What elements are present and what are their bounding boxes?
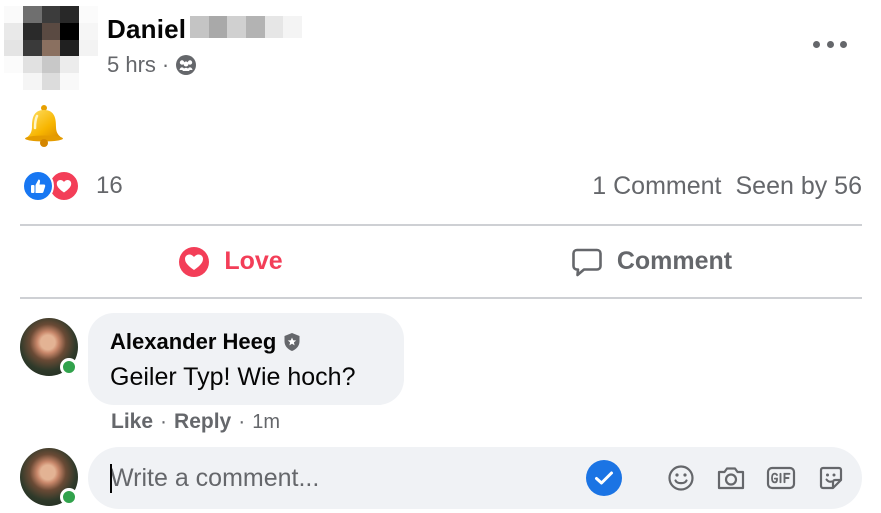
love-button-label: Love (224, 247, 283, 275)
emoji-icon[interactable] (666, 463, 696, 493)
commenter-name[interactable]: Alexander Heeg (110, 329, 276, 355)
meta-separator: · (161, 52, 170, 77)
comment-action-separator: · (160, 410, 168, 433)
dot-icon (813, 40, 820, 48)
like-reaction-icon (22, 170, 54, 202)
text-cursor (110, 464, 112, 493)
comment-composer (88, 447, 862, 509)
post-author-name[interactable]: Daniel (107, 14, 186, 45)
post-author-avatar[interactable] (4, 6, 98, 90)
comment-text: Geiler Typ! Wie hoch? (110, 363, 356, 391)
reaction-count[interactable]: 16 (96, 172, 123, 200)
bell-icon (22, 102, 70, 150)
comment-bubble: Alexander Heeg Geiler Typ! Wie hoch? (88, 313, 404, 405)
composer-icons (586, 447, 846, 509)
online-status-indicator (60, 488, 78, 506)
comments-count-link[interactable]: 1 Comment (592, 172, 721, 201)
camera-icon[interactable] (716, 463, 746, 493)
gif-icon[interactable] (766, 463, 796, 493)
admin-shield-icon (284, 333, 300, 351)
friends-icon[interactable] (175, 54, 197, 76)
comment-action-separator: · (238, 410, 246, 433)
love-icon (179, 246, 210, 277)
sticker-icon[interactable] (816, 463, 846, 493)
post-meta: 5 hrs · (107, 52, 197, 78)
comment-actions: Like · Reply · 1m (111, 410, 280, 434)
comment-like-link[interactable]: Like (111, 410, 153, 434)
dot-icon (840, 40, 847, 48)
blurred-last-name (190, 16, 303, 38)
comment-input[interactable] (88, 463, 568, 493)
online-status-indicator (60, 358, 78, 376)
comment-icon (572, 248, 602, 276)
dot-icon (826, 40, 834, 48)
post-actions: Love Comment (20, 226, 862, 297)
comment-button-label: Comment (616, 247, 733, 275)
more-options-button[interactable] (813, 32, 847, 56)
love-button[interactable]: Love (20, 226, 441, 297)
reactions-summary[interactable]: 16 (22, 170, 123, 202)
divider (20, 297, 862, 299)
check-icon[interactable] (586, 460, 622, 496)
post-time[interactable]: 5 hrs (107, 52, 156, 78)
comment-button[interactable]: Comment (441, 226, 862, 297)
comment-reply-link[interactable]: Reply (174, 410, 231, 434)
commenter-avatar[interactable] (20, 318, 78, 376)
seen-by-link[interactable]: Seen by 56 (736, 172, 863, 201)
comment-time[interactable]: 1m (252, 411, 280, 434)
current-user-avatar[interactable] (20, 448, 78, 506)
post-stats: 1 Comment Seen by 56 (592, 172, 862, 201)
